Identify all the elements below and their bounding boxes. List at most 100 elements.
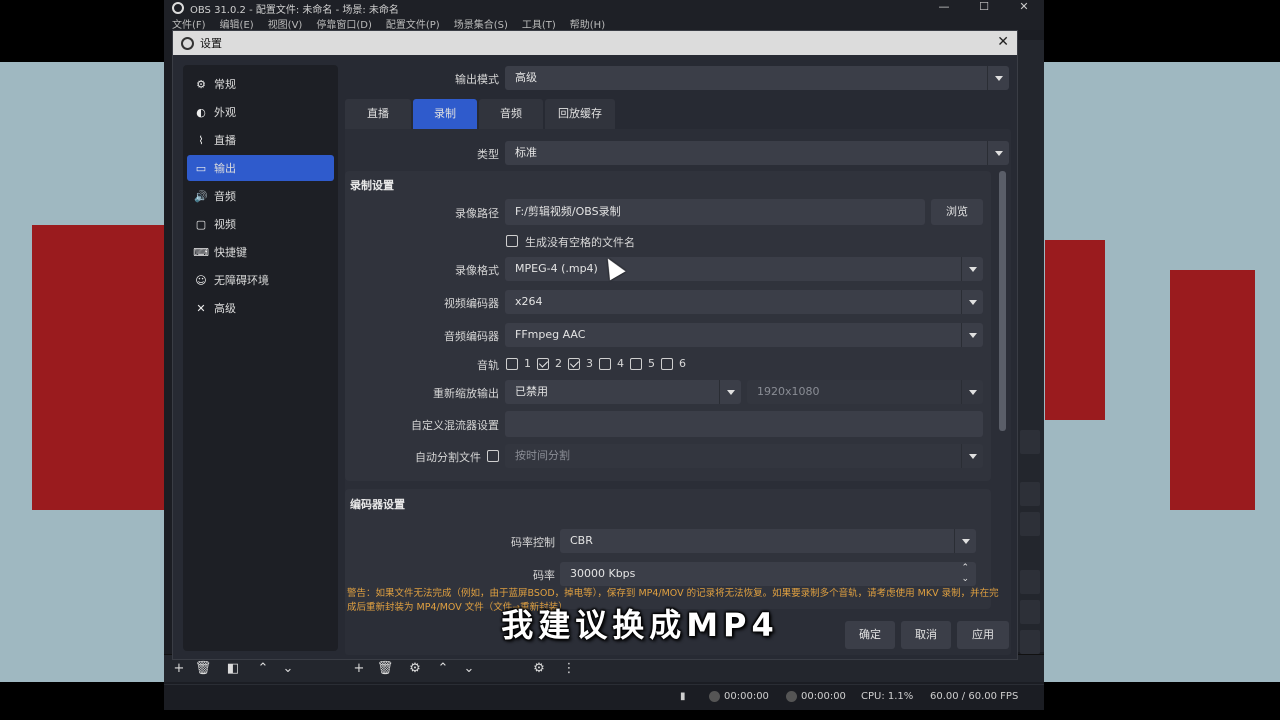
track-4-checkbox[interactable]: [599, 358, 611, 370]
rate-control-select[interactable]: CBR: [560, 529, 976, 553]
chevron-down-icon: [961, 444, 983, 468]
settings-content: 输出模式 高级 直播 录制 音频 回放缓存 类型 标准 录制设置 录像路径 F:…: [345, 65, 1011, 655]
chevron-down-icon: [961, 257, 983, 281]
sidebar-item-general[interactable]: ⚙ 常规: [187, 71, 334, 97]
audio-encoder-value: FFmpeg AAC: [515, 328, 586, 341]
audio-encoder-select[interactable]: FFmpeg AAC: [505, 323, 983, 347]
rescale-output-label: 重新缩放输出: [433, 387, 499, 400]
dock-slot[interactable]: [1020, 430, 1040, 454]
source-properties-icon[interactable]: ⚙: [406, 661, 424, 677]
recording-format-value: MPEG-4 (.mp4): [515, 262, 598, 275]
menu-scene-collection[interactable]: 场景集合(S): [454, 16, 508, 30]
sidebar-item-advanced[interactable]: ✕ 高级: [187, 295, 334, 321]
nospace-filename-checkbox[interactable]: [506, 235, 518, 247]
video-encoder-select[interactable]: x264: [505, 290, 983, 314]
recording-format-select[interactable]: MPEG-4 (.mp4): [505, 257, 983, 281]
track-6-checkbox[interactable]: [661, 358, 673, 370]
remove-source-icon[interactable]: 🗑: [376, 661, 394, 677]
monitor-icon: ▢: [195, 217, 207, 231]
menu-docks[interactable]: 停靠窗口(D): [316, 16, 372, 30]
track-1-checkbox[interactable]: [506, 358, 518, 370]
sidebar-item-output[interactable]: ▭ 输出: [187, 155, 334, 181]
menu-tools[interactable]: 工具(T): [522, 16, 556, 30]
recording-format-label: 录像格式: [455, 264, 499, 277]
tab-audio[interactable]: 音频: [479, 99, 543, 129]
add-scene-icon[interactable]: +: [170, 661, 188, 677]
menu-help[interactable]: 帮助(H): [570, 16, 605, 30]
source-up-icon[interactable]: ⌃: [434, 661, 452, 677]
track-5-checkbox[interactable]: [630, 358, 642, 370]
dialog-close-button[interactable]: ✕: [997, 34, 1009, 50]
output-mode-label: 输出模式: [455, 73, 499, 86]
recording-status: 00:00:00: [709, 691, 769, 702]
sidebar-item-hotkeys[interactable]: ⌨ 快捷键: [187, 239, 334, 265]
menu-edit[interactable]: 编辑(E): [220, 16, 254, 30]
rescale-output-select[interactable]: 已禁用: [505, 380, 741, 404]
output-mode-select[interactable]: 高级: [505, 66, 1009, 90]
minimize-button[interactable]: —: [924, 0, 964, 16]
obs-titlebar: OBS 31.0.2 - 配置文件: 未命名 - 场景: 未命名 — ☐ ✕: [164, 0, 1044, 16]
gear-icon: ⚙: [196, 77, 206, 91]
bitrate-spinbox[interactable]: 30000 Kbps ⌃ ⌄: [560, 562, 976, 586]
encoder-settings-title: 编码器设置: [350, 498, 405, 511]
auto-split-checkbox[interactable]: [487, 450, 499, 462]
dock-slot[interactable]: [1020, 512, 1040, 536]
broadcast-icon: ⌇: [198, 133, 204, 147]
record-time: 00:00:00: [724, 691, 769, 702]
tab-streaming[interactable]: 直播: [345, 99, 411, 129]
dialog-title: 设置: [200, 37, 222, 50]
more-options-icon[interactable]: ⋮: [560, 661, 578, 677]
browse-button[interactable]: 浏览: [931, 199, 983, 225]
sidebar-item-accessibility[interactable]: ☺ 无障碍环境: [187, 267, 334, 293]
video-subtitle: 我建议换成MP4: [501, 606, 779, 644]
video-encoder-label: 视频编码器: [444, 297, 499, 310]
dock-slot[interactable]: [1020, 482, 1040, 506]
network-icon: ▮: [680, 691, 686, 702]
sidebar-item-stream[interactable]: ⌇ 直播: [187, 127, 334, 153]
custom-muxer-label: 自定义混流器设置: [411, 419, 499, 432]
dock-slot[interactable]: [1020, 570, 1040, 594]
menu-file[interactable]: 文件(F): [172, 16, 206, 30]
filter-icon[interactable]: ◧: [224, 661, 242, 677]
track-3-checkbox[interactable]: [568, 358, 580, 370]
streaming-status: 00:00:00: [786, 691, 846, 702]
video-encoder-value: x264: [515, 295, 543, 308]
dialog-titlebar: 设置 ✕: [173, 31, 1017, 55]
custom-muxer-input[interactable]: [505, 411, 983, 437]
panel-scrollbar[interactable]: [999, 171, 1006, 611]
chevron-down-icon: [961, 290, 983, 314]
obs-logo-icon: [172, 2, 184, 14]
tab-recording[interactable]: 录制: [413, 99, 477, 129]
scrollbar-thumb[interactable]: [999, 171, 1006, 431]
auto-split-label: 自动分割文件: [415, 451, 481, 464]
rescale-output-value: 已禁用: [515, 385, 548, 398]
keyboard-icon: ⌨: [193, 245, 209, 259]
type-value: 标准: [515, 146, 537, 159]
remove-scene-icon[interactable]: 🗑: [194, 661, 212, 677]
tab-replay-buffer[interactable]: 回放缓存: [545, 99, 615, 129]
recording-settings-title: 录制设置: [350, 179, 394, 192]
sidebar-item-video[interactable]: ▢ 视频: [187, 211, 334, 237]
recording-path-input[interactable]: F:/剪辑视频/OBS录制: [505, 199, 925, 225]
obs-logo-icon: [181, 36, 194, 50]
record-dot-icon: [709, 691, 720, 702]
split-mode-select[interactable]: 按时间分割: [505, 444, 983, 468]
maximize-button[interactable]: ☐: [964, 0, 1004, 16]
move-up-icon[interactable]: ⌃: [254, 661, 272, 677]
menu-view[interactable]: 视图(V): [268, 16, 303, 30]
rate-control-value: CBR: [570, 534, 593, 547]
mixer-settings-icon[interactable]: ⚙: [530, 661, 548, 677]
nospace-filename-label: 生成没有空格的文件名: [525, 236, 635, 249]
close-window-button[interactable]: ✕: [1004, 0, 1044, 16]
sidebar-item-appearance[interactable]: ◐ 外观: [187, 99, 334, 125]
move-down-icon[interactable]: ⌄: [279, 661, 297, 677]
chevron-down-icon: [987, 141, 1009, 165]
type-select[interactable]: 标准: [505, 141, 1009, 165]
menu-profile[interactable]: 配置文件(P): [386, 16, 440, 30]
rescale-resolution-select[interactable]: 1920x1080: [747, 380, 983, 404]
source-down-icon[interactable]: ⌄: [460, 661, 478, 677]
sidebar-item-audio[interactable]: 🔊 音频: [187, 183, 334, 209]
track-2-checkbox[interactable]: [537, 358, 549, 370]
add-source-icon[interactable]: +: [350, 661, 368, 677]
chevron-down-icon: [719, 380, 741, 404]
